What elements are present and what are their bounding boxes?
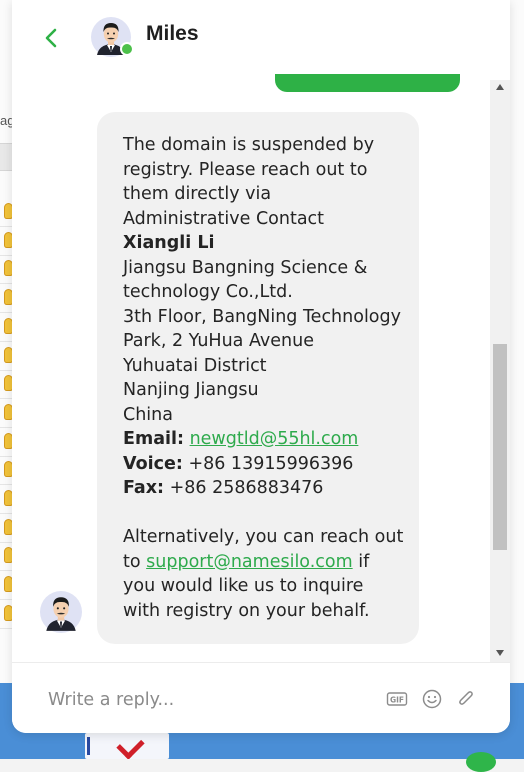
background-green-badge xyxy=(466,752,496,772)
message-line-support: to support@namesilo.com if xyxy=(123,550,399,575)
fax-row: Fax: +86 2586883476 xyxy=(123,476,399,501)
contact-name: Xiangli Li xyxy=(123,233,215,253)
reply-input[interactable] xyxy=(46,683,370,717)
email-row: Email: newgtld@55hl.com xyxy=(123,427,399,452)
address-line: 3th Floor, BangNing Technology xyxy=(123,305,399,330)
attach-button[interactable] xyxy=(455,688,477,710)
scroll-up-arrow-icon[interactable] xyxy=(496,84,504,90)
contact-email-link[interactable]: newgtld@55hl.com xyxy=(190,429,359,449)
scrollbar[interactable] xyxy=(490,80,510,662)
fax-number: +86 2586883476 xyxy=(170,478,324,498)
address-line: China xyxy=(123,403,399,428)
message-line: Alternatively, you can reach out xyxy=(123,525,399,550)
scrollbar-thumb[interactable] xyxy=(493,344,507,550)
smiley-icon xyxy=(421,688,443,710)
reply-composer: GIF xyxy=(12,662,510,733)
gif-icon: GIF xyxy=(386,688,408,710)
message-line: Administrative Contact xyxy=(123,207,399,232)
online-status-indicator xyxy=(120,42,134,56)
address-line: Park, 2 YuHua Avenue xyxy=(123,329,399,354)
message-line: them directly via xyxy=(123,182,399,207)
address-line: Nanjing Jiangsu xyxy=(123,378,399,403)
scroll-down-arrow-icon[interactable] xyxy=(496,650,504,656)
address-line: Jiangsu Bangning Science & xyxy=(123,256,399,281)
voice-number: +86 13915996396 xyxy=(188,454,353,474)
agent-message-bubble: The domain is suspended by registry. Ple… xyxy=(97,112,419,644)
emoji-button[interactable] xyxy=(421,688,443,710)
chat-widget: Miles The domain is suspended by registr… xyxy=(12,0,510,733)
message-line: you would like us to inquire xyxy=(123,574,399,599)
gif-button[interactable]: GIF xyxy=(386,688,408,710)
message-line: The domain is suspended by xyxy=(123,133,399,158)
message-list: The domain is suspended by registry. Ple… xyxy=(12,74,510,662)
message-line: with registry on your behalf. xyxy=(123,599,399,624)
address-line: technology Co.,Ltd. xyxy=(123,280,399,305)
fax-label: Fax: xyxy=(123,478,164,498)
agent-name: Miles xyxy=(146,22,199,46)
previous-user-message xyxy=(275,74,460,92)
paperclip-icon xyxy=(455,688,477,710)
message-line: registry. Please reach out to xyxy=(123,158,399,183)
svg-text:GIF: GIF xyxy=(390,695,404,704)
chat-header: Miles xyxy=(12,0,510,74)
email-label: Email: xyxy=(123,429,184,449)
background-logo xyxy=(85,733,169,759)
voice-row: Voice: +86 13915996396 xyxy=(123,452,399,477)
support-email-link[interactable]: support@namesilo.com xyxy=(146,552,353,572)
back-button[interactable] xyxy=(38,24,66,52)
address-line: Yuhuatai District xyxy=(123,354,399,379)
message-avatar xyxy=(40,591,82,633)
voice-label: Voice: xyxy=(123,454,183,474)
chevron-left-icon xyxy=(38,24,66,52)
